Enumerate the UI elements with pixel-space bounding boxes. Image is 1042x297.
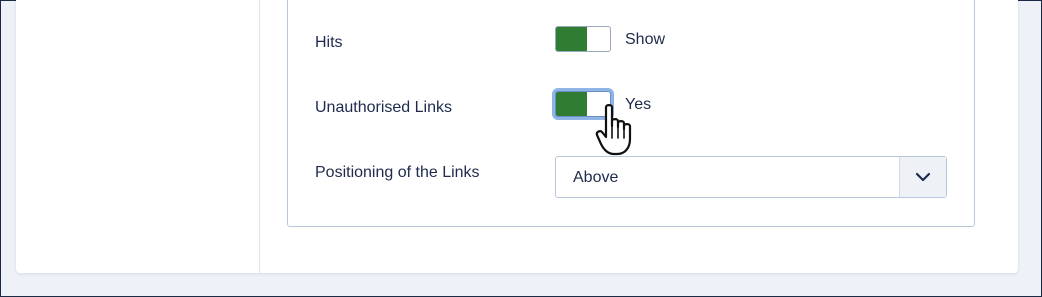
unauthorised-links-label: Unauthorised Links xyxy=(315,99,452,116)
hits-toggle-text: Show xyxy=(625,31,666,48)
positioning-select[interactable]: Above xyxy=(555,156,947,198)
positioning-label: Positioning of the Links xyxy=(315,164,480,181)
hits-toggle[interactable] xyxy=(555,26,611,52)
chevron-down-icon xyxy=(915,172,931,182)
hits-label: Hits xyxy=(315,34,343,51)
positioning-select-value: Above xyxy=(573,169,619,186)
unauthorised-links-toggle-on-segment xyxy=(556,92,587,116)
hits-toggle-on-segment xyxy=(556,27,587,51)
sidebar-divider xyxy=(259,0,260,273)
hand-pointer-icon xyxy=(595,104,632,156)
select-caret-button[interactable] xyxy=(899,157,946,197)
